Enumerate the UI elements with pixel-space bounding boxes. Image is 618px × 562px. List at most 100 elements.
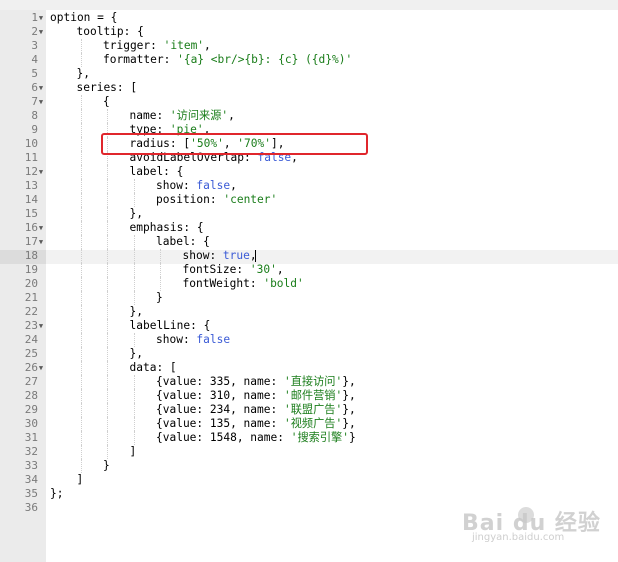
code-line[interactable]: 26 ▼ data: [	[0, 361, 618, 375]
indent-guide	[80, 179, 82, 193]
indent-guide	[160, 277, 161, 291]
code-line[interactable]: 5},	[0, 67, 618, 81]
code-line[interactable]: 1 ▼ option = {	[0, 11, 618, 25]
indent-guide	[107, 235, 108, 249]
code-text: series: [	[77, 81, 138, 95]
string-token: 'center'	[223, 193, 278, 206]
code-token: {value: 135, name:	[156, 417, 284, 430]
indent-guide	[107, 431, 108, 445]
code-line[interactable]: 3 trigger: 'item',	[0, 39, 618, 53]
indent-guide	[80, 333, 82, 347]
fold-toggle-icon[interactable]: ▼	[37, 221, 45, 235]
line-number: 35	[24, 487, 38, 500]
code-line[interactable]: 7 ▼ {	[0, 95, 618, 109]
line-number: 13	[24, 179, 38, 192]
code-token: },	[342, 403, 356, 416]
code-text: {value: 335, name: '直接访问'},	[156, 375, 356, 389]
code-line[interactable]: 35};	[0, 487, 618, 501]
fold-toggle-icon[interactable]: ▼	[37, 319, 45, 333]
indent-guide	[80, 95, 82, 109]
code-token: {value: 1548, name:	[156, 431, 291, 444]
code-token: position:	[156, 193, 224, 206]
line-number: 34	[24, 473, 38, 486]
code-text: emphasis: {	[130, 221, 204, 235]
code-line[interactable]: 23 ▼ labelLine: {	[0, 319, 618, 333]
code-line[interactable]: 31 {value: 1548, name: '搜索引擎'}	[0, 431, 618, 445]
code-line[interactable]: 28 {value: 310, name: '邮件营销'},	[0, 389, 618, 403]
code-text: },	[77, 67, 90, 81]
fold-toggle-icon[interactable]: ▼	[37, 81, 45, 95]
indent-guide	[107, 165, 108, 179]
code-line[interactable]: 4 formatter: '{a} <br/>{b}: {c} ({d}%)'	[0, 53, 618, 67]
code-line[interactable]: 22},	[0, 305, 618, 319]
indent-guide	[80, 207, 82, 221]
code-line[interactable]: 16 ▼ emphasis: {	[0, 221, 618, 235]
indent-guide	[133, 263, 135, 277]
indent-guide	[80, 123, 82, 137]
code-line[interactable]: 25},	[0, 347, 618, 361]
fold-toggle-icon[interactable]: ▼	[37, 11, 45, 25]
code-lines[interactable]: 1 ▼ option = {2 ▼ tooltip: {3 trigger: 'item'…	[0, 11, 618, 515]
code-line[interactable]: 24 show: false	[0, 333, 618, 347]
code-line[interactable]: 14 position: 'center'	[0, 193, 618, 207]
line-number: 10	[24, 137, 38, 150]
indent-guide	[133, 235, 135, 249]
code-line[interactable]: 18 show: true,	[0, 249, 618, 263]
code-line[interactable]: 15},	[0, 207, 618, 221]
code-line[interactable]: 13 show: false,	[0, 179, 618, 193]
indent-guide	[80, 137, 82, 151]
code-line[interactable]: 8 name: '访问来源',	[0, 109, 618, 123]
code-line[interactable]: 12 ▼ label: {	[0, 165, 618, 179]
code-text: fontWeight: 'bold'	[183, 277, 304, 291]
fold-toggle-icon[interactable]: ▼	[37, 361, 45, 375]
line-number: 29	[24, 403, 38, 416]
code-token: },	[129, 207, 143, 220]
code-token: ,	[276, 263, 284, 276]
line-number: 32	[24, 445, 38, 458]
line-number: 14	[24, 193, 38, 206]
code-line[interactable]: 27 {value: 335, name: '直接访问'},	[0, 375, 618, 389]
indent-guide	[133, 417, 135, 431]
code-token: data: [	[129, 361, 177, 374]
code-line[interactable]: 33}	[0, 459, 618, 473]
code-line[interactable]: 34]	[0, 473, 618, 487]
code-text: formatter: '{a} <br/>{b}: {c} ({d}%)'	[103, 53, 352, 67]
line-number: 17	[24, 235, 38, 248]
code-line[interactable]: 29 {value: 234, name: '联盟广告'},	[0, 403, 618, 417]
code-token: {	[103, 95, 110, 108]
code-text: },	[130, 347, 143, 361]
indent-guide	[133, 375, 135, 389]
indent-guide	[107, 403, 108, 417]
fold-toggle-icon[interactable]: ▼	[37, 235, 45, 249]
code-token: },	[342, 389, 356, 402]
code-line[interactable]: 19 fontSize: '30',	[0, 263, 618, 277]
indent-guide	[107, 291, 108, 305]
code-line[interactable]: 6 ▼ series: [	[0, 81, 618, 95]
code-text: tooltip: {	[77, 25, 144, 39]
indent-guide	[80, 361, 82, 375]
code-token: show:	[156, 333, 197, 346]
code-line[interactable]: 20 fontWeight: 'bold'	[0, 277, 618, 291]
code-line[interactable]: 30 {value: 135, name: '视频广告'},	[0, 417, 618, 431]
indent-guide	[80, 263, 82, 277]
indent-guide	[133, 389, 135, 403]
fold-toggle-icon[interactable]: ▼	[37, 165, 45, 179]
code-line[interactable]: 32]	[0, 445, 618, 459]
fold-toggle-icon[interactable]: ▼	[37, 95, 45, 109]
code-token: },	[129, 347, 143, 360]
line-number: 27	[24, 375, 38, 388]
indent-guide	[107, 445, 108, 459]
code-line[interactable]: 17 ▼ label: {	[0, 235, 618, 249]
indent-guide	[80, 445, 82, 459]
indent-guide	[133, 193, 135, 207]
code-line[interactable]: 2 ▼ tooltip: {	[0, 25, 618, 39]
string-token: '搜索引擎'	[290, 431, 349, 444]
line-number: 25	[24, 347, 38, 360]
code-line[interactable]: 21}	[0, 291, 618, 305]
fold-toggle-icon[interactable]: ▼	[37, 25, 45, 39]
code-token: };	[50, 487, 64, 500]
indent-guide	[107, 333, 108, 347]
line-number: 9	[31, 123, 38, 136]
line-number: 24	[24, 333, 38, 346]
indent-guide	[80, 53, 82, 67]
